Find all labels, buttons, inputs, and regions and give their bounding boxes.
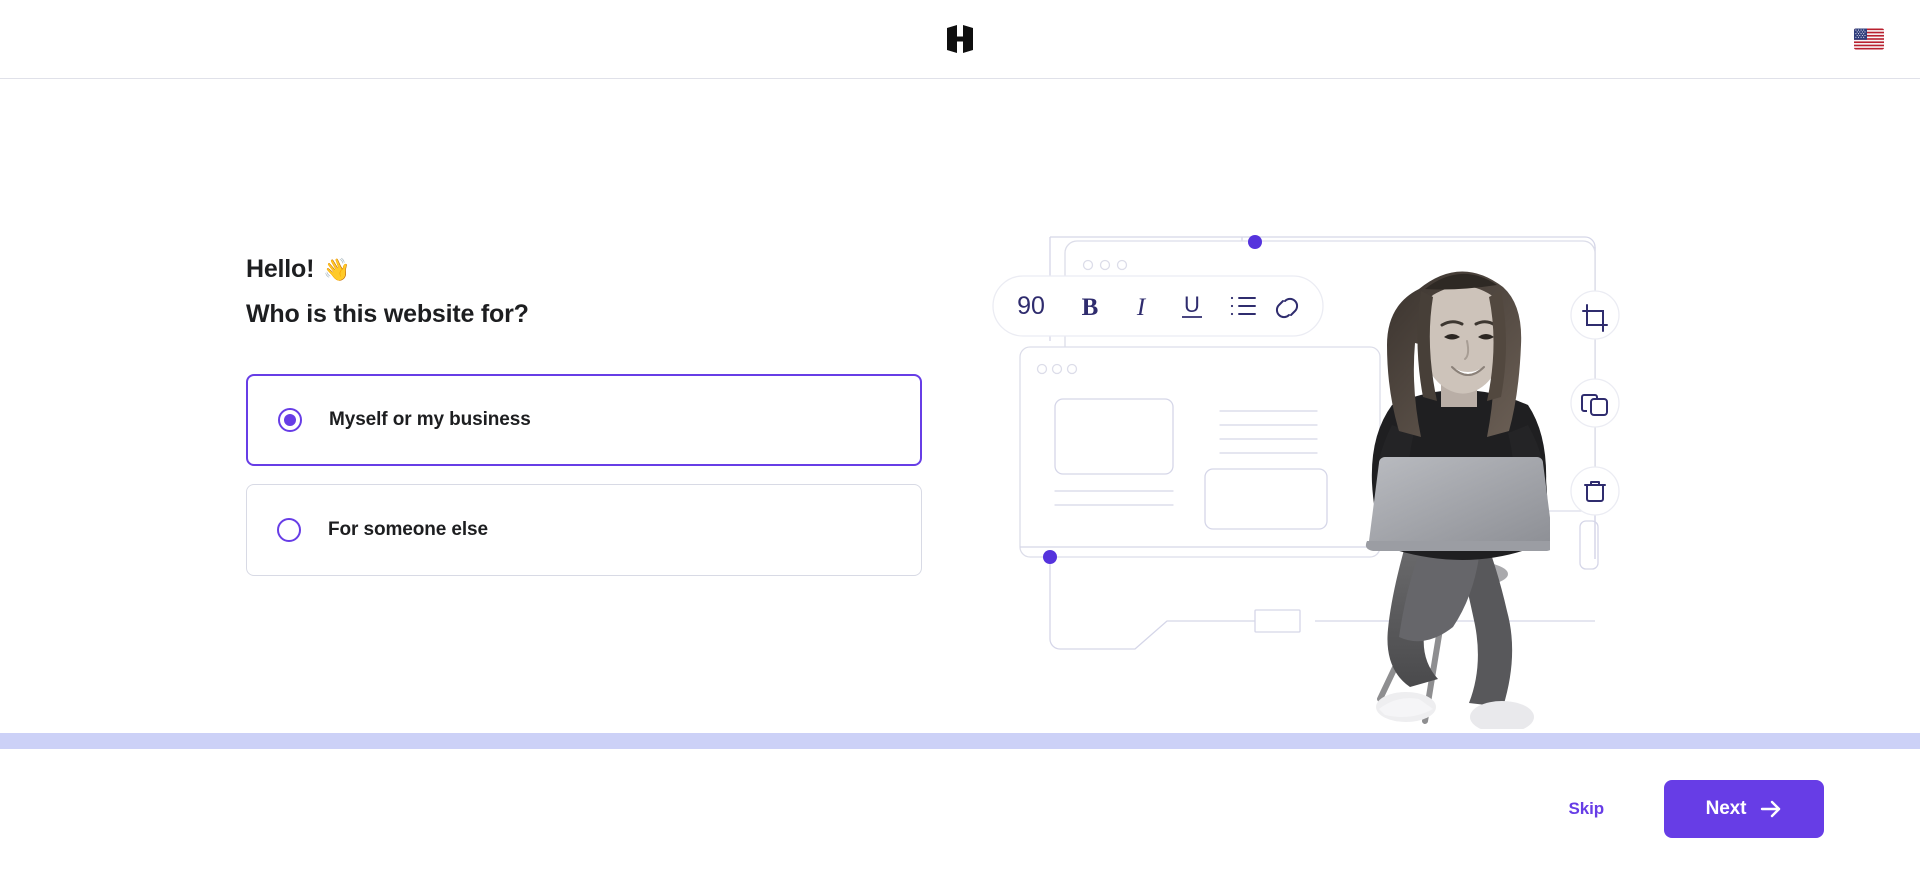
underline-icon: U [1184, 292, 1200, 317]
waving-hand-icon: 👋 [323, 256, 351, 282]
radio-icon-selected[interactable] [278, 407, 302, 432]
handle-dot [1248, 235, 1262, 249]
option-label: For someone else [328, 518, 488, 540]
arrow-right-icon [1761, 800, 1781, 818]
option-for-someone-else[interactable]: For someone else [246, 483, 922, 576]
footer-actions: Skip Next [0, 749, 1920, 869]
next-button[interactable]: Next [1664, 780, 1824, 838]
radio-icon-unselected[interactable] [277, 517, 301, 542]
hostinger-logo [938, 17, 982, 61]
page-title: Who is this website for? [246, 300, 529, 329]
audience-radio-group: Myself or my business For someone else [246, 373, 922, 576]
option-label: Myself or my business [329, 408, 531, 430]
option-myself-or-my-business[interactable]: Myself or my business [246, 373, 922, 466]
progress-fill [0, 733, 1920, 749]
us-flag-icon [1854, 28, 1884, 50]
skip-button[interactable]: Skip [1548, 787, 1624, 831]
form-column: Hello! 👋 Who is this website for? Myself… [246, 254, 922, 576]
onboarding-illustration: 90 B I U [955, 229, 1655, 739]
toolbar-size-value: 90 [1017, 292, 1045, 320]
onboarding-progress-bar [0, 733, 1920, 749]
bold-icon: B [1082, 294, 1099, 321]
onboarding-page: Hello! 👋 Who is this website for? Myself… [0, 0, 1920, 869]
main-content: Hello! 👋 Who is this website for? Myself… [0, 79, 1920, 733]
handle-dot-secondary [1043, 550, 1057, 564]
page-header [0, 0, 1920, 79]
language-flag-button[interactable] [1854, 28, 1884, 50]
greeting-text: Hello! [246, 255, 315, 283]
next-button-label: Next [1705, 798, 1747, 819]
greeting-heading: Hello! 👋 [246, 254, 922, 285]
